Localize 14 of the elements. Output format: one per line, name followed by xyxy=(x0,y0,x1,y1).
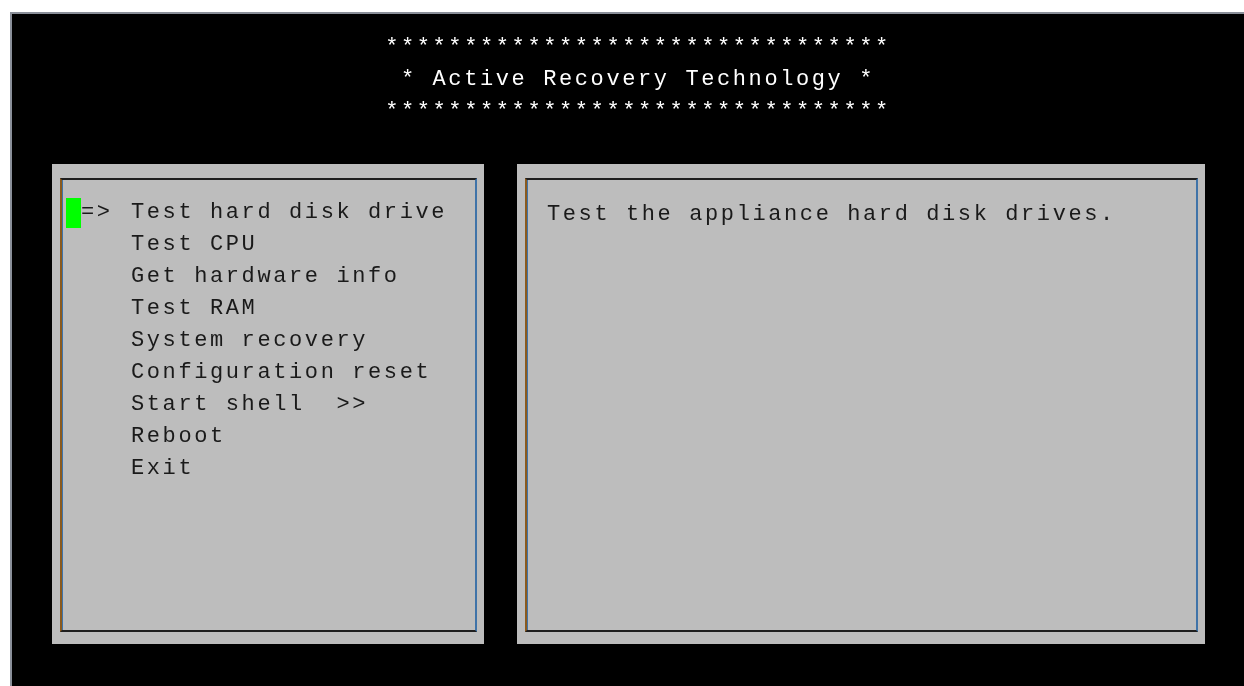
description-text: Test the appliance hard disk drives. xyxy=(547,201,1117,229)
menu-item[interactable]: Exit xyxy=(131,453,195,485)
banner-line: * Active Recovery Technology * xyxy=(400,66,876,94)
menu-item[interactable]: Get hardware info xyxy=(131,261,400,293)
menu-item[interactable]: Start shell >> xyxy=(131,389,369,421)
menu-item[interactable]: Configuration reset xyxy=(131,357,432,389)
banner-line: ******************************** xyxy=(385,98,891,126)
menu-item[interactable]: Test hard disk drive xyxy=(131,197,448,229)
menu-item[interactable]: System recovery xyxy=(131,325,369,357)
selection-pointer: => xyxy=(81,199,113,227)
menu-item[interactable]: Reboot xyxy=(131,421,226,453)
menu-item[interactable]: Test RAM xyxy=(131,293,258,325)
banner-line: ******************************** xyxy=(385,34,891,62)
menu-item[interactable]: Test CPU xyxy=(131,229,258,261)
